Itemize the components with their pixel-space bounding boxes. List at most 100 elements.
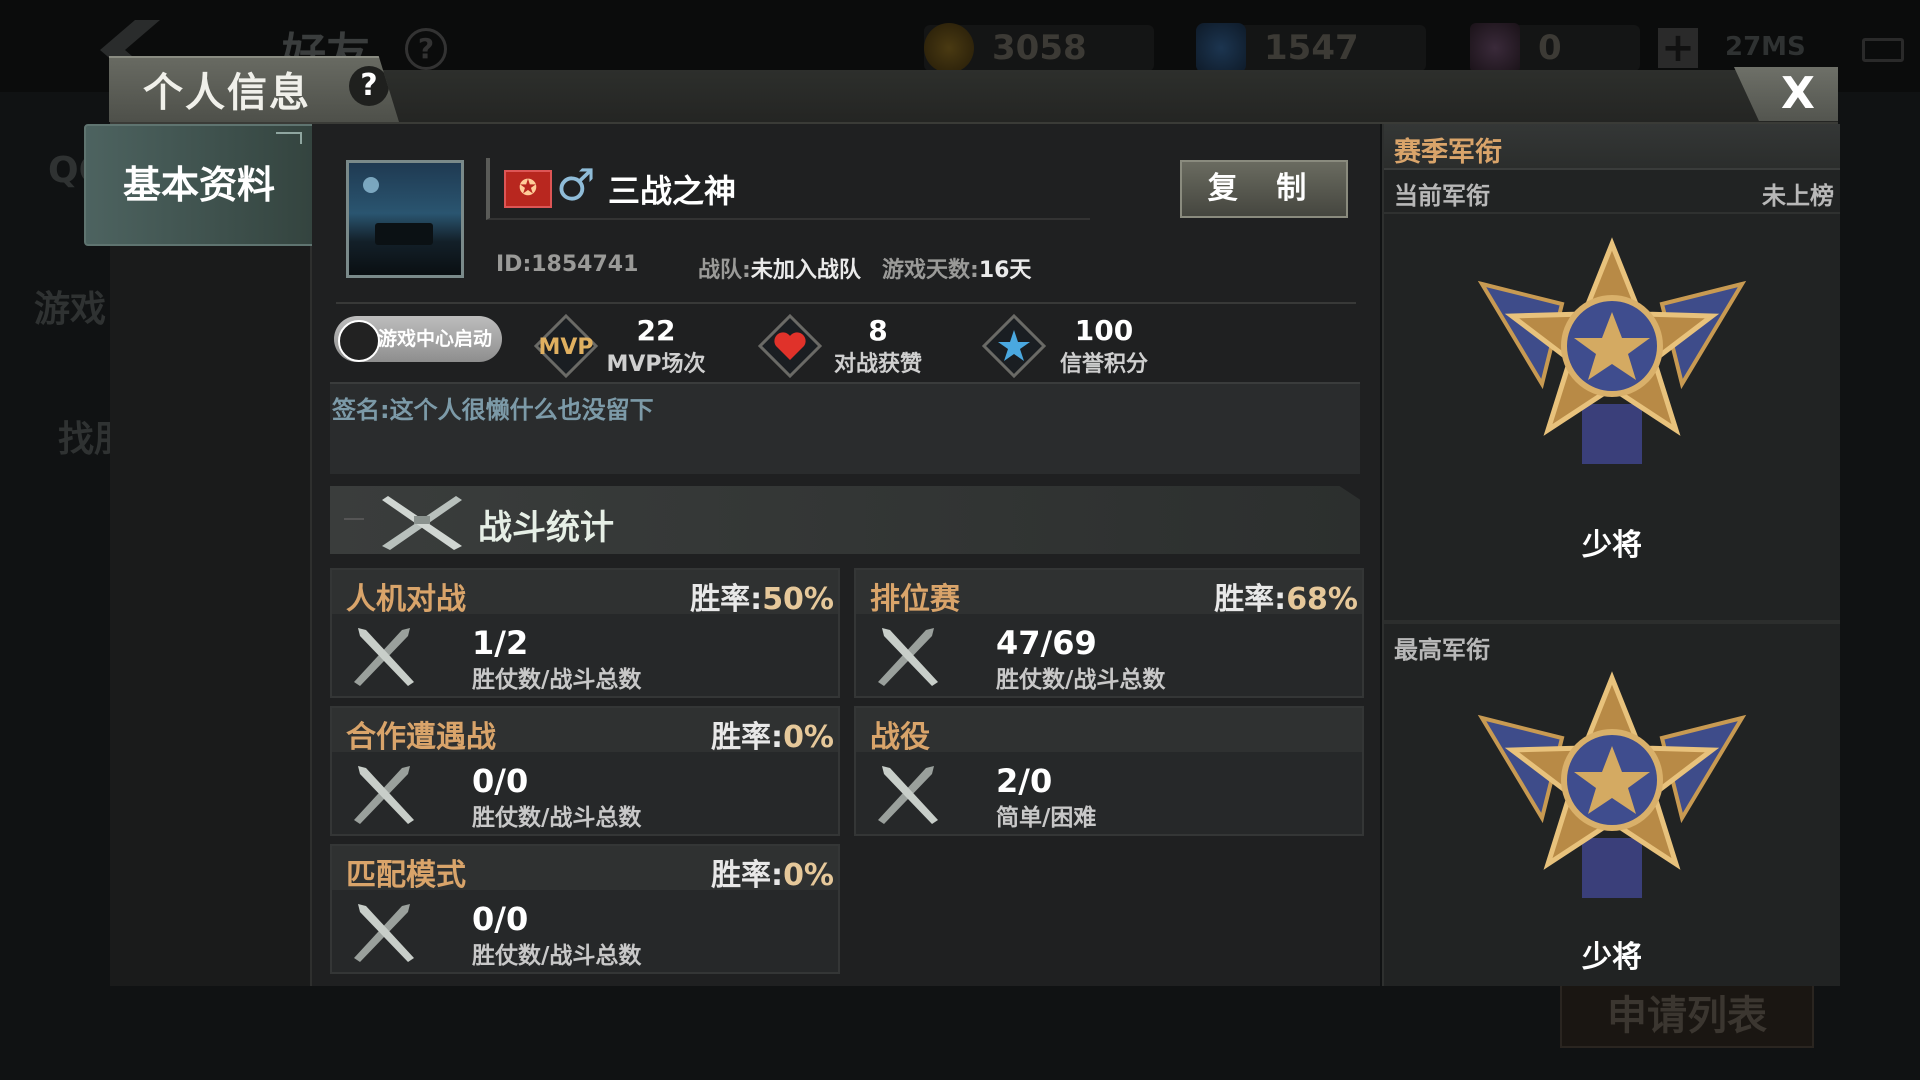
add-currency-button: + [1658, 28, 1698, 68]
win-rate-label: 胜率: [1214, 582, 1287, 617]
days-label: 游戏天数: [882, 258, 979, 283]
card-header: 合作遭遇战 胜率:0% [332, 708, 838, 755]
win-rate: 胜率:0% [711, 850, 834, 894]
mode-name: 匹配模式 [346, 858, 466, 893]
profile-panel: ✪ ♂ 三战之神 复 制 ID:1854741 战队:未加入战队 游戏天数:16… [312, 124, 1380, 986]
win-rate-label: 胜率: [690, 582, 763, 617]
win-rate: 胜率:50% [690, 574, 834, 618]
stat-credit: 100 信誉积分 [982, 310, 1182, 380]
ticket-counter: 0 [1470, 23, 1640, 73]
crossed-swords-icon [878, 766, 938, 824]
crossed-swords-icon [878, 628, 938, 686]
current-rank-label: 当前军衔 [1394, 182, 1490, 210]
stat-likes: 8 对战获赞 [758, 310, 958, 380]
days-value: 16天 [978, 258, 1032, 283]
win-rate: 胜率:0% [711, 712, 834, 756]
qq-game-center-label: 游戏中心启动 [378, 328, 493, 350]
mode-card-pve: 人机对战 胜率:50% 1/2 胜仗数/战斗总数 [330, 568, 840, 698]
mode-value: 0/0 [472, 900, 529, 938]
mode-sub-label: 胜仗数/战斗总数 [996, 667, 1166, 693]
mode-card-match: 匹配模式 胜率:0% 0/0 胜仗数/战斗总数 [330, 844, 840, 974]
close-icon: X [1781, 68, 1815, 119]
crossed-swords-icon [354, 628, 414, 686]
win-rate-label: 胜率: [711, 720, 784, 755]
rank-flag-icon: ✪ [504, 170, 552, 208]
dialog-title-tab: 个人信息 ? [109, 56, 399, 122]
nav-item-basic-info[interactable]: 基本资料 [84, 124, 314, 246]
penguin-icon [338, 320, 380, 362]
mode-value: 1/2 [472, 624, 529, 662]
svg-text:MVP: MVP [538, 335, 593, 360]
rank-panel: 赛季军衔 当前军衔 未上榜 少将 最高军衔 少将 [1382, 124, 1840, 986]
rank-panel-header: 赛季军衔 [1384, 124, 1840, 170]
copy-button[interactable]: 复 制 [1180, 160, 1348, 218]
crossed-swords-icon [354, 766, 414, 824]
mode-sub-label: 简单/困难 [996, 805, 1097, 831]
crossed-swords-icon [354, 904, 414, 962]
name-line: ✪ ♂ 三战之神 [486, 158, 1090, 220]
stat-value: 22 [636, 314, 676, 347]
diamond-counter: 1547 [1196, 23, 1426, 73]
card-header: 战役 [856, 708, 1362, 755]
mode-card-ranked: 排位赛 胜率:68% 47/69 胜仗数/战斗总数 [854, 568, 1364, 698]
gold-counter: 3058 [924, 23, 1154, 73]
dialog-title: 个人信息 [143, 70, 311, 116]
background-tab-game: 游戏 [34, 289, 107, 330]
win-rate-value: 50% [762, 582, 834, 617]
mode-name: 人机对战 [346, 582, 466, 617]
current-rank-status: 未上榜 [1762, 182, 1834, 210]
current-rank-row: 当前军衔 未上榜 [1384, 170, 1840, 214]
mode-value: 0/0 [472, 762, 529, 800]
ping-readout: 27MS [1725, 32, 1806, 62]
stat-value: 100 [1074, 314, 1134, 347]
mode-card-coop: 合作遭遇战 胜率:0% 0/0 胜仗数/战斗总数 [330, 706, 840, 836]
highest-rank-row: 最高军衔 [1384, 624, 1840, 666]
qq-game-center-button[interactable]: 游戏中心启动 [334, 316, 502, 362]
mode-sub-label: 胜仗数/战斗总数 [472, 805, 642, 831]
ticket-icon [1470, 23, 1520, 73]
battle-stats-title: 战斗统计 [478, 508, 614, 548]
team-label: 战队: [698, 258, 751, 283]
background-help-icon: ? [405, 28, 447, 70]
battle-stats-header: 战斗统计 [330, 486, 1360, 554]
personal-info-dialog: 个人信息 ? X 基本资料 ✪ ♂ 三战之神 复 制 ID:1854741 战队… [84, 56, 1840, 986]
nav-item-label: 基本资料 [122, 163, 275, 207]
team-info: 战队:未加入战队 [698, 252, 861, 284]
male-icon: ♂ [556, 160, 596, 211]
win-rate-label: 胜率: [711, 858, 784, 893]
mode-name: 战役 [870, 720, 930, 755]
win-rate: 胜率:68% [1214, 574, 1358, 618]
corner-decoration-icon [276, 132, 302, 144]
win-rate-value: 0% [783, 858, 834, 893]
card-header: 人机对战 胜率:50% [332, 570, 838, 617]
header-divider [336, 302, 1356, 304]
avatar-tank-decoration [375, 223, 433, 245]
mvp-icon: MVP [534, 314, 598, 378]
header-dash [344, 518, 364, 520]
days-info: 游戏天数:16天 [882, 252, 1031, 284]
avatar-moon-decoration [363, 177, 379, 193]
mode-value: 47/69 [996, 624, 1097, 662]
stat-mvp: MVP 22 MVP场次 [534, 310, 734, 380]
help-icon[interactable]: ? [349, 66, 389, 106]
highest-rank-label: 最高军衔 [1394, 636, 1490, 664]
player-id: ID:1854741 [496, 252, 639, 277]
battery-icon [1862, 38, 1904, 62]
card-header: 匹配模式 胜率:0% [332, 846, 838, 893]
win-rate-value: 68% [1286, 582, 1358, 617]
avatar[interactable] [346, 160, 464, 278]
stat-value: 8 [868, 314, 888, 347]
current-rank-name: 少将 [1582, 528, 1642, 563]
signature-text: 签名:这个人很懒什么也没留下 [332, 396, 654, 424]
mode-sub-label: 胜仗数/战斗总数 [472, 943, 642, 969]
mode-value: 2/0 [996, 762, 1053, 800]
mode-name: 排位赛 [870, 582, 960, 617]
stat-label: MVP场次 [606, 352, 706, 377]
heart-icon [758, 314, 822, 378]
card-header: 排位赛 胜率:68% [856, 570, 1362, 617]
mode-sub-label: 胜仗数/战斗总数 [472, 667, 642, 693]
player-name: 三战之神 [608, 172, 737, 210]
apply-list-button: 申请列表 [1560, 984, 1814, 1048]
signature-box: 签名:这个人很懒什么也没留下 [330, 382, 1360, 474]
season-rank-title: 赛季军衔 [1394, 137, 1502, 168]
